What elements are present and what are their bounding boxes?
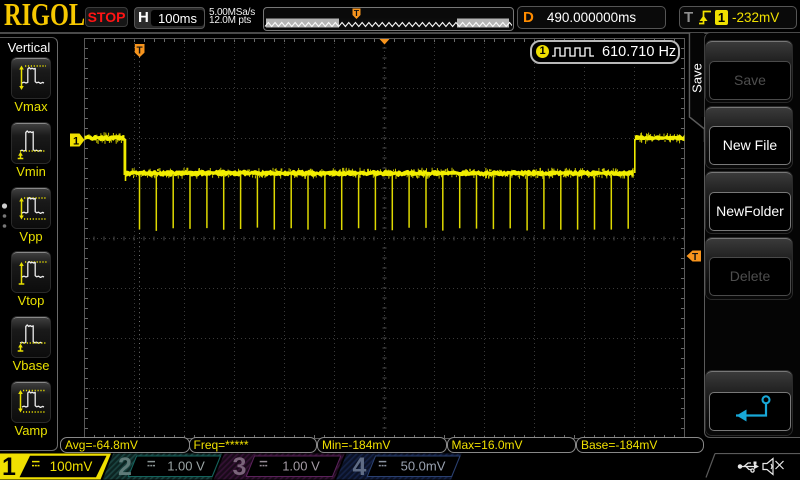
svg-text:3: 3 [233,453,247,480]
svg-text:50.0mV: 50.0mV [401,459,446,474]
svg-text:4: 4 [353,453,367,480]
svg-text:1: 1 [2,453,16,480]
svg-text:1: 1 [73,136,79,148]
svg-text:100mV: 100mV [50,459,93,474]
svg-text:T: T [692,252,698,263]
svg-text:1.00 V: 1.00 V [167,459,205,474]
svg-text:1.00 V: 1.00 V [282,459,320,474]
svg-text:2: 2 [118,453,132,480]
svg-text:T: T [137,46,143,57]
